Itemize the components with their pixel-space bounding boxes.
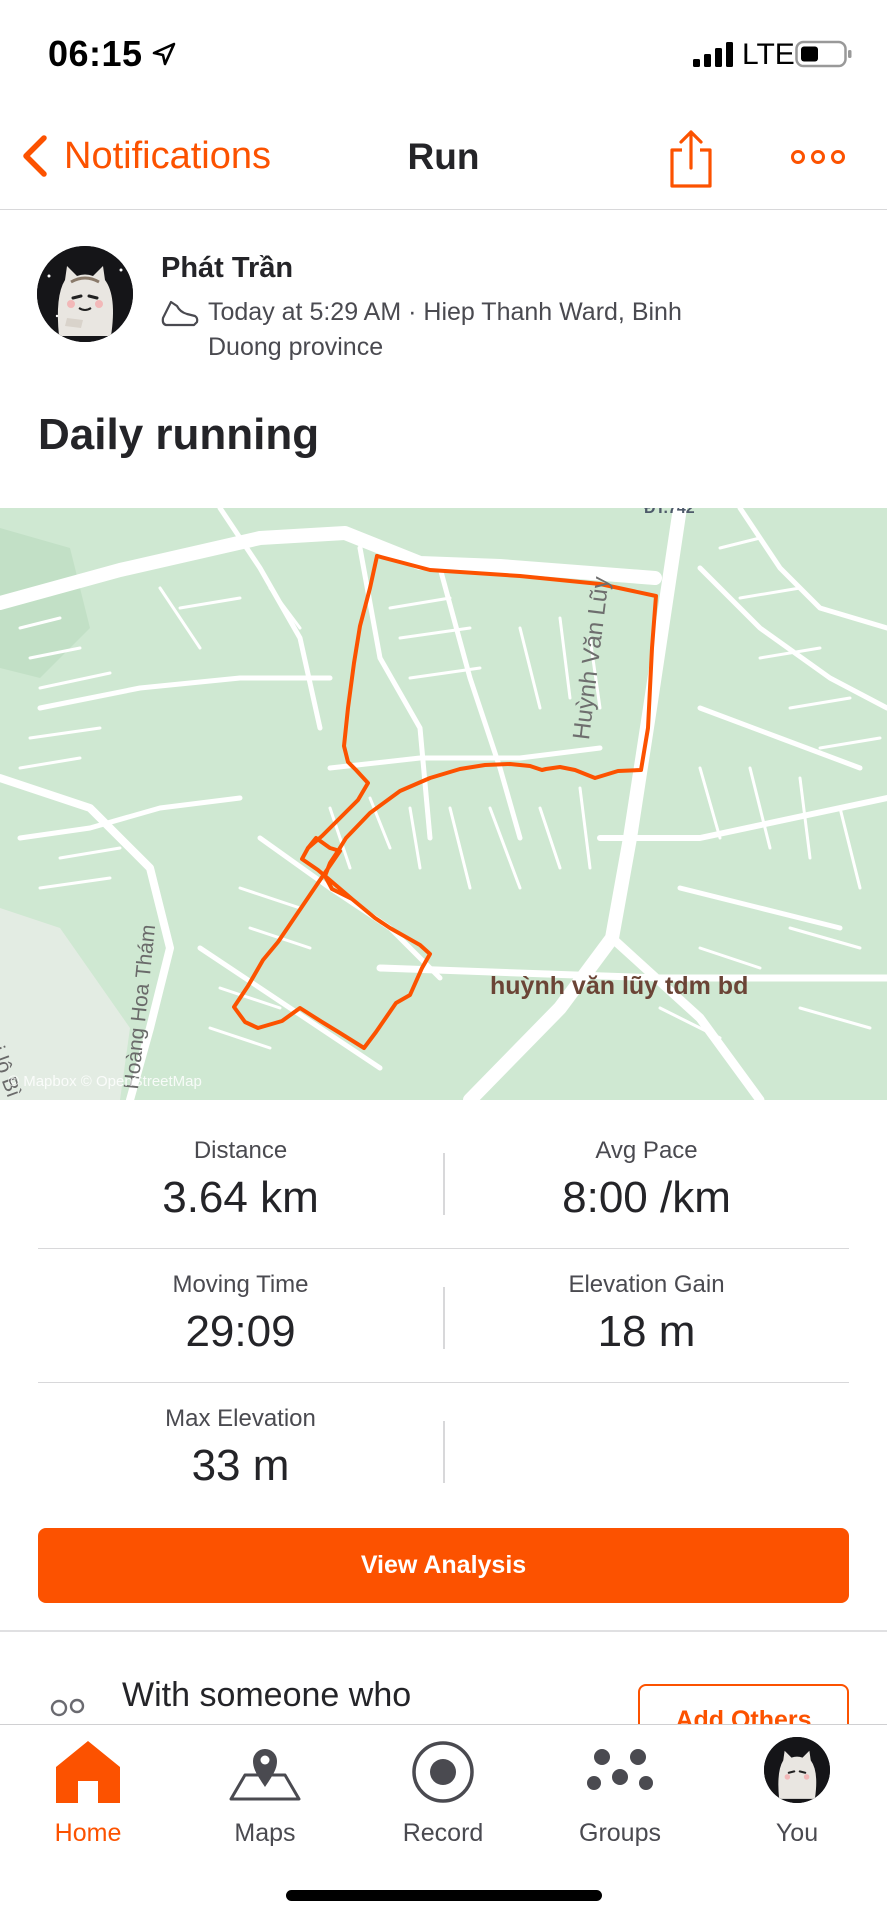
- more-icon[interactable]: [790, 144, 846, 170]
- tab-label: Home: [54, 1819, 122, 1847]
- tab-maps[interactable]: Maps: [190, 1737, 340, 1848]
- avatar[interactable]: [37, 246, 133, 342]
- stat-avg-pace: Avg Pace 8:00 /km: [444, 1137, 849, 1223]
- home-icon: [56, 1741, 120, 1803]
- record-icon: [412, 1741, 474, 1803]
- tab-you[interactable]: You: [722, 1737, 872, 1848]
- stat-row: Max Elevation 33 m: [38, 1383, 849, 1517]
- stat-distance: Distance 3.64 km: [38, 1137, 443, 1223]
- shoe-icon: [161, 300, 199, 327]
- stat-elevation-gain: Elevation Gain 18 m: [444, 1271, 849, 1357]
- stat-moving-time: Moving Time 29:09: [38, 1271, 443, 1357]
- map-attribution: © Mapbox © OpenStreetMap: [8, 1073, 202, 1090]
- tab-groups[interactable]: Groups: [545, 1737, 695, 1848]
- stat-value: 3.64 km: [162, 1173, 319, 1222]
- with-someone-text: With someone who: [122, 1676, 412, 1714]
- people-icon: [50, 1698, 85, 1717]
- chevron-left-icon: [23, 135, 47, 177]
- road-code-label: ĐT.742: [644, 508, 695, 517]
- stat-value: 8:00 /km: [562, 1173, 731, 1222]
- stat-row: Moving Time 29:09 Elevation Gain 18 m: [38, 1249, 849, 1383]
- stat-label: Moving Time: [172, 1271, 309, 1298]
- with-someone-section: With someone who Add Others: [0, 1650, 887, 1725]
- battery-icon: [795, 40, 852, 68]
- activity-stats: Distance 3.64 km Avg Pace 8:00 /km Movin…: [38, 1115, 849, 1517]
- groups-icon: [587, 1749, 653, 1790]
- tab-record[interactable]: Record: [368, 1737, 518, 1848]
- athlete-name[interactable]: Phát Trần: [161, 252, 293, 285]
- home-indicator: [286, 1890, 602, 1901]
- stat-max-elevation: Max Elevation 33 m: [38, 1405, 443, 1491]
- place-label: huỳnh văn lũy tdm bd: [490, 972, 749, 1000]
- location-arrow-icon: [152, 42, 176, 66]
- tab-home[interactable]: Home: [13, 1737, 163, 1848]
- back-button[interactable]: Notifications: [18, 132, 271, 180]
- divider: [443, 1421, 445, 1483]
- stat-label: Max Elevation: [165, 1405, 316, 1432]
- divider: [0, 1630, 887, 1632]
- stat-label: Elevation Gain: [568, 1271, 725, 1298]
- map-pin-icon: [229, 1749, 301, 1801]
- route-map[interactable]: ĐT.742 Huỳnh Văn Lũy Hoàng Hoa Thám Đại …: [0, 508, 887, 1100]
- stat-value: 29:09: [185, 1307, 296, 1356]
- nav-bar: Notifications Run: [0, 110, 887, 210]
- activity-meta: Today at 5:29 AM · Hiep Thanh Ward, Binh…: [208, 298, 682, 361]
- activity-title: Daily running: [38, 410, 320, 459]
- tab-label: Groups: [579, 1819, 661, 1847]
- back-label: Notifications: [64, 134, 271, 177]
- add-others-button[interactable]: Add Others: [638, 1684, 849, 1725]
- tab-label: You: [775, 1819, 819, 1847]
- signal-icon: [693, 42, 733, 67]
- avatar: [764, 1737, 830, 1803]
- stat-value: 18 m: [597, 1307, 696, 1356]
- tab-label: Maps: [234, 1819, 296, 1847]
- status-time: 06:15: [48, 33, 143, 74]
- stat-label: Avg Pace: [595, 1137, 698, 1164]
- tab-label: Record: [402, 1819, 484, 1847]
- athlete-header: Phát Trần Today at 5:29 AM · Hiep Thanh …: [0, 240, 887, 370]
- stat-label: Distance: [193, 1137, 288, 1164]
- share-icon[interactable]: [666, 128, 716, 190]
- stat-value: 33 m: [191, 1441, 290, 1490]
- status-bar: 06:15 LTE: [0, 0, 887, 110]
- stat-row: Distance 3.64 km Avg Pace 8:00 /km: [38, 1115, 849, 1249]
- network-type: LTE: [742, 38, 795, 71]
- view-analysis-button[interactable]: View Analysis: [38, 1528, 849, 1603]
